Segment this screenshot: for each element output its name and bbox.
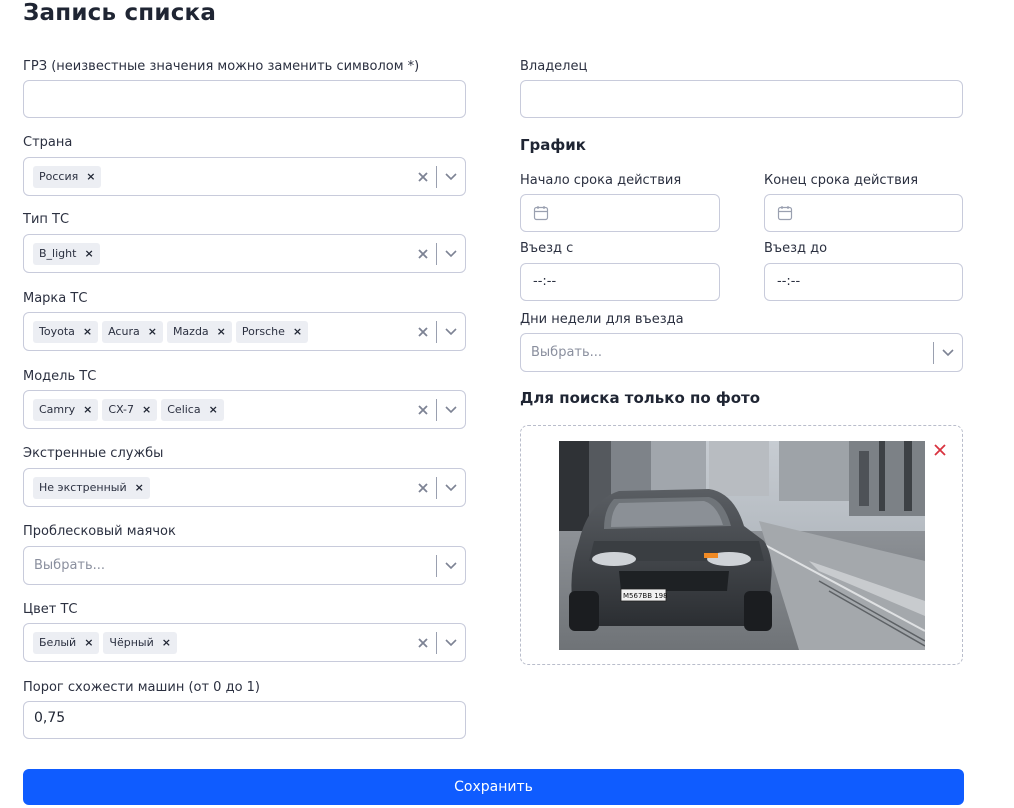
color-tag: Чёрный × — [103, 631, 177, 654]
color-select[interactable]: Белый × Чёрный × — [23, 623, 466, 662]
brand-tag: Acura × — [102, 320, 163, 343]
vehicle-type-label: Тип ТС — [23, 212, 70, 227]
chevron-down-icon[interactable] — [443, 480, 459, 496]
tag-remove-icon[interactable]: × — [162, 636, 171, 649]
divider — [436, 165, 437, 188]
chevron-down-icon[interactable] — [443, 169, 459, 185]
grz-label: ГРЗ (неизвестные значения можно заменить… — [23, 59, 420, 74]
clear-icon[interactable] — [416, 636, 430, 650]
divider — [436, 476, 437, 499]
tag-remove-icon[interactable]: × — [142, 403, 151, 416]
tag-remove-icon[interactable]: × — [83, 325, 92, 338]
entry-from-value: --:-- — [533, 274, 557, 289]
brand-label: Марка ТС — [23, 291, 88, 306]
clear-icon[interactable] — [416, 247, 430, 261]
entry-to-label: Въезд до — [764, 241, 828, 256]
model-tag: Celica × — [161, 398, 224, 421]
chevron-down-icon[interactable] — [940, 345, 956, 361]
clear-icon[interactable] — [416, 170, 430, 184]
tag-remove-icon[interactable]: × — [148, 325, 157, 338]
country-label: Страна — [23, 135, 73, 150]
color-label: Цвет ТС — [23, 602, 78, 617]
clear-icon[interactable] — [416, 481, 430, 495]
weekdays-select[interactable]: Выбрать... — [520, 333, 963, 372]
tag-remove-icon[interactable]: × — [83, 403, 92, 416]
divider — [436, 398, 437, 421]
entry-from-input[interactable]: --:-- — [520, 263, 720, 301]
chevron-down-icon[interactable] — [443, 635, 459, 651]
tag-remove-icon[interactable]: × — [135, 481, 144, 494]
remove-photo-icon[interactable] — [934, 441, 946, 460]
emergency-tag: Не экстренный × — [33, 476, 150, 499]
tag-remove-icon[interactable]: × — [84, 636, 93, 649]
vehicle-type-select[interactable]: B_light × — [23, 234, 466, 273]
end-date-input[interactable] — [764, 194, 963, 232]
threshold-input[interactable]: 0,75 — [23, 701, 466, 739]
beacon-placeholder: Выбрать... — [34, 558, 106, 573]
tag-remove-icon[interactable]: × — [86, 170, 95, 183]
color-tag: Белый × — [33, 631, 100, 654]
divider — [436, 554, 437, 577]
beacon-label: Проблесковый маячок — [23, 524, 176, 539]
weekdays-label: Дни недели для въезда — [520, 312, 684, 327]
entry-to-value: --:-- — [777, 274, 801, 289]
threshold-value: 0,75 — [34, 710, 66, 726]
brand-select[interactable]: Toyota × Acura × Mazda × Porsche × — [23, 312, 466, 351]
schedule-heading: График — [520, 136, 586, 154]
grz-input[interactable] — [23, 80, 466, 118]
end-date-label: Конец срока действия — [764, 173, 919, 188]
brand-tag: Toyota × — [33, 320, 99, 343]
weekdays-placeholder: Выбрать... — [531, 345, 603, 360]
chevron-down-icon[interactable] — [443, 246, 459, 262]
threshold-label: Порог схожести машин (от 0 до 1) — [23, 680, 261, 695]
chevron-down-icon[interactable] — [443, 324, 459, 340]
model-tag: CX-7 × — [102, 398, 158, 421]
emergency-label: Экстренные службы — [23, 446, 164, 461]
divider — [436, 320, 437, 343]
chevron-down-icon[interactable] — [443, 402, 459, 418]
tag-remove-icon[interactable]: × — [293, 325, 302, 338]
model-select[interactable]: Camry × CX-7 × Celica × — [23, 390, 466, 429]
entry-from-label: Въезд с — [520, 241, 574, 256]
model-label: Модель ТС — [23, 369, 97, 384]
save-button[interactable]: Сохранить — [23, 769, 964, 805]
entry-to-input[interactable]: --:-- — [764, 263, 963, 301]
owner-input[interactable] — [520, 80, 963, 118]
photo-heading: Для поиска только по фото — [520, 389, 761, 407]
tag-remove-icon[interactable]: × — [217, 325, 226, 338]
tag-remove-icon[interactable]: × — [209, 403, 218, 416]
page-title: Запись списка — [23, 0, 217, 26]
chevron-down-icon[interactable] — [443, 558, 459, 574]
start-date-input[interactable] — [520, 194, 720, 232]
brand-tag: Mazda × — [166, 320, 232, 343]
emergency-select[interactable]: Не экстренный × — [23, 468, 466, 507]
divider — [436, 242, 437, 265]
start-date-label: Начало срока действия — [520, 173, 682, 188]
divider — [436, 631, 437, 654]
tag-remove-icon[interactable]: × — [84, 247, 93, 260]
divider — [933, 341, 934, 364]
calendar-icon[interactable] — [777, 205, 793, 225]
clear-icon[interactable] — [416, 325, 430, 339]
calendar-icon[interactable] — [533, 205, 549, 225]
model-tag: Camry × — [33, 398, 99, 421]
clear-icon[interactable] — [416, 403, 430, 417]
plate-text: M567BB 198 — [623, 592, 668, 600]
beacon-select[interactable]: Выбрать... — [23, 546, 466, 585]
country-select[interactable]: Россия × — [23, 157, 466, 196]
brand-tag: Porsche × — [235, 320, 309, 343]
vehicle-type-tag: B_light × — [33, 242, 100, 265]
car-photo: M567BB 198 — [559, 441, 925, 650]
country-tag: Россия × — [33, 165, 102, 188]
photo-dropzone[interactable]: M567BB 198 — [520, 425, 963, 665]
owner-label: Владелец — [520, 59, 588, 74]
